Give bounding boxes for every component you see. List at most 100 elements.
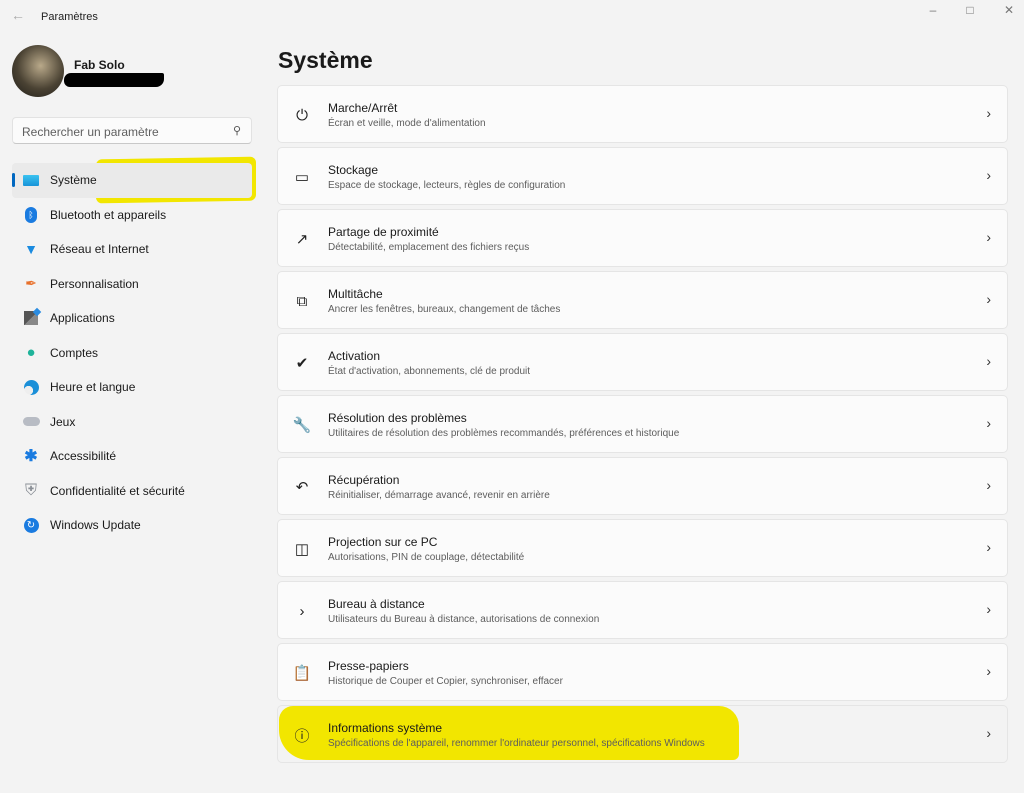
brush-icon: ✒ (25, 275, 37, 292)
settings-card-clipboard[interactable]: 📋 Presse-papiers Historique de Couper et C… (277, 643, 1008, 701)
multitask-icon: ⧉ (296, 292, 308, 310)
update-icon: ↻ (22, 517, 40, 533)
sidebar-item-globe-clock[interactable]: Heure et langue (12, 370, 252, 405)
card-subtitle: Autorisations, PIN de couplage, détectab… (328, 552, 525, 563)
search-input[interactable]: Rechercher un paramètre ⚲ (12, 117, 252, 144)
card-title: Stockage (328, 163, 379, 177)
sidebar-item-label: Accessibilité (50, 449, 117, 464)
card-title: Récupération (328, 473, 400, 487)
settings-card-check-circle[interactable]: ✔ Activation État d'activation, abonnement… (277, 333, 1008, 391)
shield-icon: ⛨ (24, 481, 37, 499)
remote-desktop-icon: › (299, 602, 305, 620)
chevron-right-icon: › (986, 353, 991, 369)
sidebar-item-accessibility[interactable]: ✱ Accessibilité (12, 439, 252, 474)
settings-card-power[interactable]: ⏻ Marche/Arrêt Écran et veille, mode d'ali… (277, 85, 1008, 143)
title-bar: ← Paramètres – □ ✕ (0, 0, 1024, 34)
redacted-email (64, 73, 164, 87)
settings-card-multitask[interactable]: ⧉ Multitâche Ancrer les fenêtres, bureaux,… (277, 271, 1008, 329)
card-subtitle: Historique de Couper et Copier, synchron… (328, 676, 563, 687)
sidebar-item-monitor[interactable]: Système (12, 163, 252, 198)
settings-card-wrench[interactable]: 🔧 Résolution des problèmes Utilitaires de … (277, 395, 1008, 453)
sidebar-item-shield[interactable]: ⛨ Confidentialité et sécurité (12, 474, 252, 509)
share-icon: ↗ (295, 231, 309, 248)
sidebar-item-label: Réseau et Internet (50, 242, 149, 257)
chevron-right-icon: › (986, 105, 991, 121)
card-title: Partage de proximité (328, 225, 439, 239)
sidebar-item-label: Comptes (50, 345, 99, 360)
info-icon: ⓘ (294, 727, 310, 745)
chevron-right-icon: › (986, 477, 991, 493)
card-subtitle: Ancrer les fenêtres, bureaux, changement… (328, 304, 561, 315)
settings-card-remote-desktop[interactable]: › Bureau à distance Utilisateurs du Bureau… (277, 581, 1008, 639)
card-title: Bureau à distance (328, 597, 425, 611)
bluetooth-icon: ᛒ (22, 206, 40, 223)
chevron-right-icon: › (986, 415, 991, 431)
sidebar-item-label: Applications (50, 311, 115, 326)
card-subtitle: Spécifications de l'appareil, renommer l… (328, 738, 705, 749)
card-title: Marche/Arrêt (328, 101, 398, 115)
gamepad-icon (22, 414, 40, 430)
search-icon[interactable]: ⚲ (233, 124, 241, 137)
chevron-right-icon: › (986, 229, 991, 245)
maximize-icon[interactable]: □ (955, 3, 985, 17)
search-placeholder: Rechercher un paramètre (22, 125, 159, 139)
sidebar-item-wifi[interactable]: ▼ Réseau et Internet (12, 232, 252, 267)
sidebar-item-brush[interactable]: ✒ Personnalisation (12, 267, 252, 302)
sidebar-item-label: Windows Update (50, 518, 141, 533)
recovery-icon: ↶ (295, 479, 309, 496)
sidebar-item-label: Heure et langue (50, 380, 136, 395)
chevron-right-icon: › (986, 663, 991, 679)
apps-icon (22, 308, 42, 326)
storage-icon: ▭ (294, 169, 310, 186)
sidebar-item-label: Jeux (50, 414, 76, 429)
sidebar-item-apps[interactable]: Applications (12, 301, 252, 336)
person-icon: ● (26, 344, 36, 362)
chevron-right-icon: › (986, 539, 991, 555)
card-title: Presse-papiers (328, 659, 409, 673)
wrench-icon: 🔧 (292, 417, 312, 434)
card-subtitle: Utilitaires de résolution des problèmes … (328, 428, 680, 439)
card-subtitle: Écran et veille, mode d'alimentation (328, 118, 486, 129)
accessibility-icon: ✱ (24, 448, 38, 466)
app-title: Paramètres (41, 11, 98, 23)
avatar[interactable] (12, 45, 64, 97)
sidebar-item-label: Confidentialité et sécurité (50, 483, 185, 498)
sidebar-item-gamepad[interactable]: Jeux (12, 405, 252, 440)
settings-card-storage[interactable]: ▭ Stockage Espace de stockage, lecteurs, r… (277, 147, 1008, 205)
chevron-right-icon: › (986, 725, 991, 741)
settings-card-recovery[interactable]: ↶ Récupération Réinitialiser, démarrage av… (277, 457, 1008, 515)
sidebar-item-update[interactable]: ↻ Windows Update (12, 508, 252, 543)
user-name: Fab Solo (74, 58, 125, 72)
projection-icon: ◫ (294, 541, 310, 558)
sidebar-item-label: Personnalisation (50, 276, 139, 291)
settings-list: ⏻ Marche/Arrêt Écran et veille, mode d'ali… (277, 85, 1008, 767)
arrow-left-icon[interactable]: ← (11, 7, 25, 23)
card-title: Projection sur ce PC (328, 535, 438, 549)
globe-clock-icon (22, 379, 40, 395)
card-subtitle: État d'activation, abonnements, clé de p… (328, 366, 531, 377)
close-icon[interactable]: ✕ (994, 3, 1024, 17)
wifi-icon: ▼ (24, 241, 38, 258)
card-title: Multitâche (328, 287, 383, 301)
sidebar-item-label: Système (50, 173, 97, 188)
check-circle-icon: ✔ (295, 355, 309, 372)
page-title: Système (278, 47, 373, 73)
card-subtitle: Utilisateurs du Bureau à distance, autor… (328, 614, 600, 625)
chevron-right-icon: › (986, 601, 991, 617)
sidebar-item-bluetooth[interactable]: ᛒ Bluetooth et appareils (12, 198, 252, 233)
card-subtitle: Détectabilité, emplacement des fichiers … (328, 242, 530, 253)
card-title: Activation (328, 349, 381, 363)
settings-card-share[interactable]: ↗ Partage de proximité Détectabilité, empl… (277, 209, 1008, 267)
card-title: Informations système (328, 721, 443, 735)
sidebar-item-person[interactable]: ● Comptes (12, 336, 252, 371)
card-subtitle: Espace de stockage, lecteurs, règles de … (328, 180, 566, 191)
monitor-icon (22, 172, 40, 188)
minimize-icon[interactable]: – (918, 3, 948, 17)
power-icon: ⏻ (296, 106, 308, 124)
settings-card-info[interactable]: ⓘ Informations système Spécifications de l… (277, 705, 1008, 763)
clipboard-icon: 📋 (292, 665, 312, 682)
settings-card-projection[interactable]: ◫ Projection sur ce PC Autorisations, PIN … (277, 519, 1008, 577)
sidebar-item-label: Bluetooth et appareils (50, 207, 167, 222)
sidebar-nav: Système ᛒ Bluetooth et appareils ▼ Réseau et… (12, 163, 252, 543)
chevron-right-icon: › (986, 291, 991, 307)
